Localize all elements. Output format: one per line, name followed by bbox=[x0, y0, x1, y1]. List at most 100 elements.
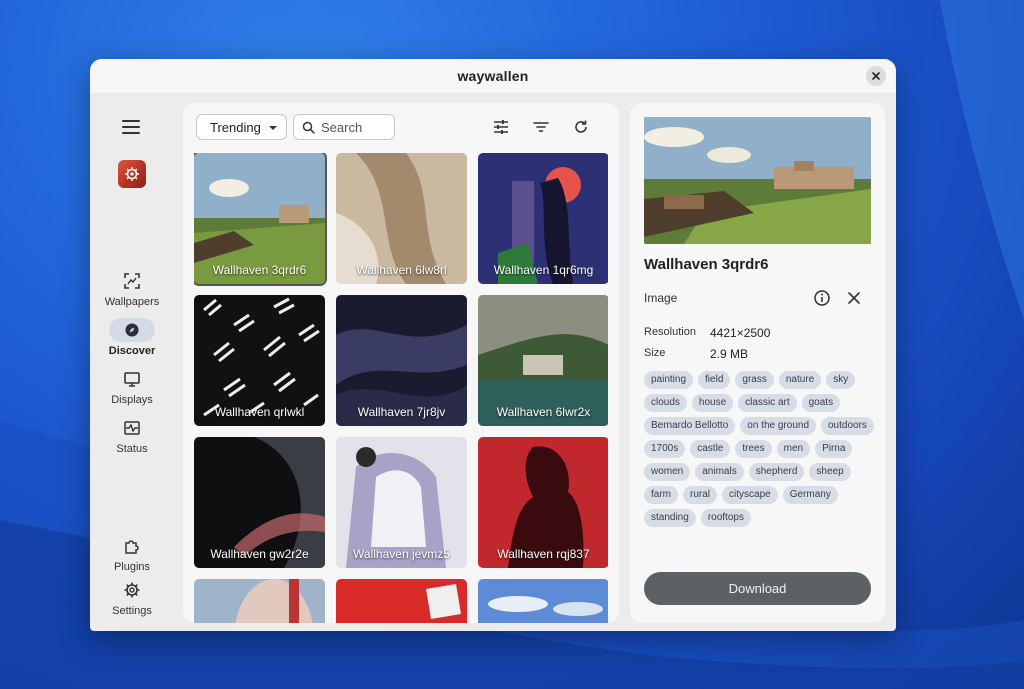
tile-caption: Wallhaven 3qrdr6 bbox=[212, 263, 307, 277]
tile-caption: Wallhaven 6lw8rl bbox=[356, 263, 447, 277]
tile-caption: Wallhaven 6lwr2x bbox=[496, 405, 591, 419]
puzzle-icon bbox=[125, 540, 139, 554]
app-logo bbox=[118, 160, 146, 188]
sliders-icon bbox=[494, 120, 508, 134]
tag[interactable]: nature bbox=[778, 371, 822, 389]
tag[interactable]: outdoors bbox=[821, 417, 874, 435]
gear-logo-icon bbox=[125, 167, 139, 181]
download-button[interactable]: Download bbox=[644, 572, 871, 605]
tile-caption: Wallhaven gw2r2e bbox=[210, 547, 309, 561]
tag[interactable]: cityscape bbox=[722, 486, 778, 504]
search-box[interactable] bbox=[293, 114, 395, 140]
tag[interactable]: goats bbox=[801, 394, 841, 412]
wallpaper-thumbnail bbox=[478, 579, 608, 623]
tile-caption: Wallhaven 1qr6mg bbox=[493, 263, 594, 277]
tile-caption: Wallhaven 7jr8jv bbox=[357, 405, 446, 419]
tag[interactable]: sky bbox=[826, 371, 856, 389]
tag[interactable]: rural bbox=[683, 486, 718, 504]
wallpaper-tile[interactable] bbox=[194, 579, 325, 623]
wallpaper-tile[interactable]: Wallhaven gw2r2e bbox=[194, 437, 325, 568]
tag[interactable]: men bbox=[776, 440, 811, 458]
tag[interactable]: Pirna bbox=[815, 440, 853, 458]
wallpaper-tile[interactable]: Wallhaven jevmz5 bbox=[336, 437, 467, 568]
app-window: waywallen Wallpapers Discover Displays S… bbox=[90, 59, 896, 631]
tag[interactable]: house bbox=[691, 394, 734, 412]
browse-panel: Trending Search Wallhaven 3qrdr6 Wallhav… bbox=[183, 103, 619, 623]
sidebar-item-wallpapers[interactable]: Wallpapers bbox=[90, 269, 174, 308]
section-label: Image bbox=[644, 291, 678, 305]
sidebar-item-label: Wallpapers bbox=[104, 296, 160, 308]
sidebar-item-settings[interactable]: Settings bbox=[90, 578, 174, 617]
sort-dropdown[interactable]: Trending bbox=[196, 114, 287, 140]
tag[interactable]: standing bbox=[644, 509, 696, 527]
titlebar: waywallen bbox=[90, 59, 896, 93]
close-window-button[interactable] bbox=[866, 66, 886, 86]
pulse-icon bbox=[124, 421, 140, 435]
tag-list: painting field grass nature sky clouds h… bbox=[644, 371, 876, 527]
tag[interactable]: animals bbox=[695, 463, 744, 481]
tag[interactable]: painting bbox=[644, 371, 694, 389]
info-icon bbox=[814, 290, 830, 306]
refresh-button[interactable] bbox=[570, 116, 592, 138]
wallpaper-tile[interactable] bbox=[336, 579, 467, 623]
compass-icon bbox=[125, 323, 139, 337]
tag[interactable]: Germany bbox=[782, 486, 838, 504]
refresh-icon bbox=[575, 120, 587, 133]
sidebar-item-label: Settings bbox=[112, 605, 152, 617]
wallpaper-tile[interactable]: Wallhaven 6lw8rl bbox=[336, 153, 467, 284]
close-icon bbox=[872, 72, 880, 80]
sidebar-item-label: Displays bbox=[111, 394, 153, 406]
tag[interactable]: on the ground bbox=[740, 417, 816, 435]
tag[interactable]: trees bbox=[735, 440, 772, 458]
wallpaper-tile[interactable]: Wallhaven 1qr6mg bbox=[478, 153, 608, 284]
detail-panel: Wallhaven 3qrdr6 Image Resolution 4421×2… bbox=[630, 103, 885, 623]
sidebar-item-label: Status bbox=[116, 443, 148, 455]
tile-caption: Wallhaven qrlwkl bbox=[214, 405, 305, 419]
tile-caption: Wallhaven rqj837 bbox=[497, 547, 590, 561]
tag[interactable]: clouds bbox=[644, 394, 687, 412]
tag[interactable]: classic art bbox=[738, 394, 797, 412]
sidebar-item-displays[interactable]: Displays bbox=[90, 367, 174, 406]
tag[interactable]: field bbox=[698, 371, 731, 389]
tag[interactable]: shepherd bbox=[748, 463, 805, 481]
preview-image bbox=[644, 117, 871, 244]
chevron-down-icon bbox=[269, 126, 277, 130]
size-row: Size 2.9 MB bbox=[644, 347, 748, 361]
preview-painting bbox=[644, 117, 871, 244]
filter-button[interactable] bbox=[530, 116, 552, 138]
tag[interactable]: Bernardo Bellotto bbox=[644, 417, 736, 435]
tile-caption: Wallhaven jevmz5 bbox=[353, 547, 450, 561]
tag[interactable]: women bbox=[644, 463, 691, 481]
wallpapers-icon bbox=[124, 273, 140, 289]
tag[interactable]: farm bbox=[644, 486, 678, 504]
sort-dropdown-value: Trending bbox=[210, 119, 261, 135]
info-button[interactable] bbox=[813, 289, 831, 307]
wallpaper-grid: Wallhaven 3qrdr6 Wallhaven 6lw8rl Wallha… bbox=[194, 153, 608, 623]
wallpaper-tile[interactable] bbox=[478, 579, 608, 623]
resolution-row: Resolution 4421×2500 bbox=[644, 326, 770, 340]
sidebar-item-label: Discover bbox=[108, 345, 156, 357]
wallpaper-tile[interactable]: Wallhaven 6lwr2x bbox=[478, 295, 608, 426]
tag[interactable]: castle bbox=[690, 440, 731, 458]
wallpaper-tile[interactable]: Wallhaven rqj837 bbox=[478, 437, 608, 568]
resolution-label: Resolution bbox=[644, 326, 696, 338]
close-detail-button[interactable] bbox=[846, 290, 862, 306]
monitor-icon bbox=[124, 372, 140, 387]
tag[interactable]: rooftops bbox=[700, 509, 751, 527]
sidebar-item-discover[interactable]: Discover bbox=[90, 318, 174, 357]
tag[interactable]: grass bbox=[735, 371, 774, 389]
search-icon bbox=[302, 121, 315, 134]
sliders-button[interactable] bbox=[490, 116, 512, 138]
wallpaper-thumbnail bbox=[336, 579, 467, 623]
tag[interactable]: sheep bbox=[809, 463, 851, 481]
search-input[interactable] bbox=[321, 119, 393, 135]
filter-icon bbox=[533, 122, 549, 132]
sidebar-item-plugins[interactable]: Plugins bbox=[90, 534, 174, 573]
wallpaper-tile[interactable]: Wallhaven 7jr8jv bbox=[336, 295, 467, 426]
tag[interactable]: 1700s bbox=[644, 440, 686, 458]
wallpaper-tile[interactable]: Wallhaven qrlwkl bbox=[194, 295, 325, 426]
sidebar-item-status[interactable]: Status bbox=[90, 416, 174, 455]
window-title: waywallen bbox=[457, 68, 529, 84]
wallpaper-tile[interactable]: Wallhaven 3qrdr6 bbox=[194, 153, 327, 286]
menu-icon[interactable] bbox=[122, 120, 140, 134]
